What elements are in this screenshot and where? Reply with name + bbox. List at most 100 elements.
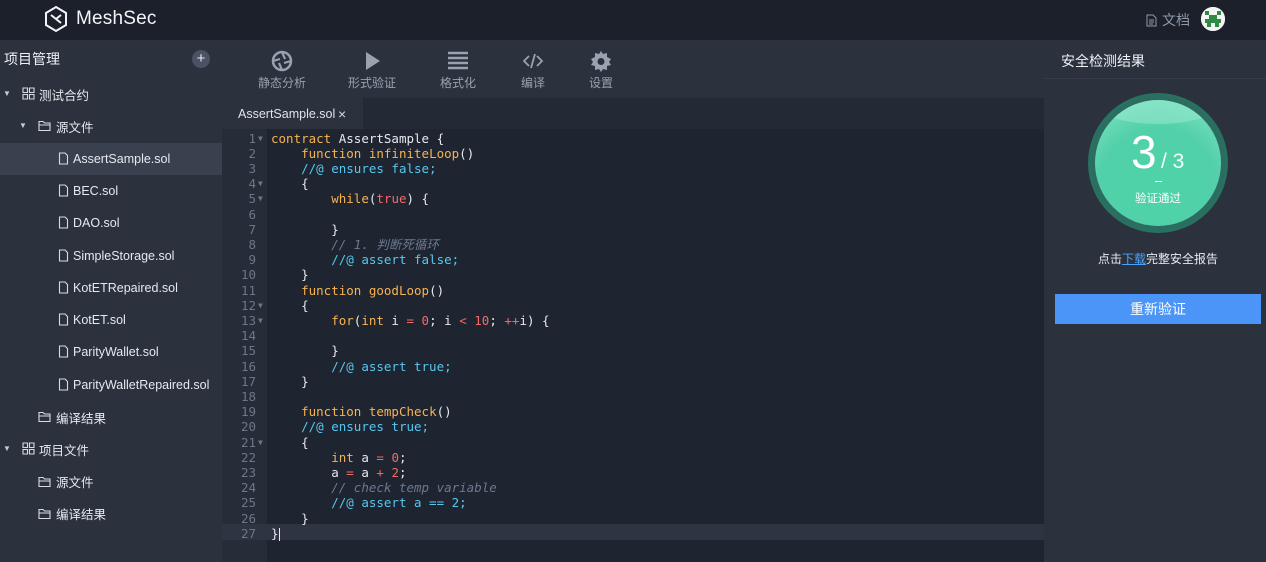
format-button[interactable]: 格式化 xyxy=(440,40,476,98)
chevron-down-icon[interactable]: ▼ xyxy=(3,444,11,453)
close-icon[interactable]: × xyxy=(338,106,346,122)
tree-item-kotet-sol[interactable]: KotET.sol xyxy=(0,304,222,336)
tree-item-dao-sol[interactable]: DAO.sol xyxy=(0,207,222,239)
tree-item-label: 编译结果 xyxy=(56,508,107,523)
sidebar-title: 项目管理 xyxy=(4,51,60,67)
tree-item-node-11[interactable]: ▼ 项目文件 xyxy=(0,433,222,465)
tree-item-simplestorage-sol[interactable]: SimpleStorage.sol xyxy=(0,240,222,272)
formal-verification-label: 形式验证 xyxy=(348,76,397,90)
code-text: //@ assert false; xyxy=(331,252,460,268)
settings-button[interactable]: 设置 xyxy=(586,40,616,98)
tree-item-node-1[interactable]: ▼ 源文件 xyxy=(0,110,222,142)
code-line: 17 } xyxy=(222,374,1044,389)
tree-item-node-12[interactable]: 源文件 xyxy=(0,466,222,498)
docs-link[interactable]: 文档 xyxy=(1146,10,1190,30)
fold-arrow-icon[interactable]: ▼ xyxy=(258,131,263,146)
file-icon xyxy=(58,184,69,197)
code-text: function goodLoop() xyxy=(301,282,445,298)
code-line: 3 //@ ensures false; xyxy=(222,161,1044,176)
gauge-ring: 3 / 3 验证通过 xyxy=(1091,96,1225,230)
tree-item-bec-sol[interactable]: BEC.sol xyxy=(0,175,222,207)
line-number: 25 xyxy=(240,495,256,511)
line-number: 7 xyxy=(248,221,256,237)
tree-item-paritywalletrepaired-sol[interactable]: ParityWalletRepaired.sol xyxy=(0,369,222,401)
tree-item-paritywallet-sol[interactable]: ParityWallet.sol xyxy=(0,336,222,368)
code-line: 4 ▼ { xyxy=(222,176,1044,191)
app-name: MeshSec xyxy=(76,8,157,29)
add-project-button[interactable]: + xyxy=(192,50,210,68)
file-icon xyxy=(58,378,69,391)
code-text: //@ ensures true; xyxy=(301,419,430,435)
static-analysis-button[interactable]: 静态分析 xyxy=(258,40,306,98)
code-text: //@ assert a == 2; xyxy=(331,495,467,511)
code-text: } xyxy=(271,373,309,389)
code-text: function infiniteLoop() xyxy=(301,145,475,161)
folder-icon xyxy=(38,411,51,423)
sidebar-header: 项目管理 + xyxy=(0,40,222,78)
app-logo[interactable]: MeshSec xyxy=(44,5,157,33)
line-number: 16 xyxy=(240,358,256,374)
tree-item-label: 编译结果 xyxy=(56,411,107,426)
line-number: 15 xyxy=(240,343,256,359)
code-line: 23 a = a + 2; xyxy=(222,465,1044,480)
aperture-icon xyxy=(271,50,293,72)
tree-item-label: 项目文件 xyxy=(39,443,90,458)
code-line: 7 } xyxy=(222,222,1044,237)
total-count: / 3 xyxy=(1161,150,1185,173)
tree-item-label: 测试合约 xyxy=(39,88,90,103)
line-number: 12 xyxy=(240,297,256,313)
fold-arrow-icon[interactable]: ▼ xyxy=(258,313,263,328)
code-text: } xyxy=(271,525,280,541)
code-line: 11 function goodLoop() xyxy=(222,283,1044,298)
reverify-button[interactable]: 重新验证 xyxy=(1055,294,1261,324)
code-line: 26 } xyxy=(222,511,1044,526)
tree-item-label: BEC.sol xyxy=(73,183,119,198)
tab-label: AssertSample.sol xyxy=(238,106,336,121)
format-label: 格式化 xyxy=(440,76,477,90)
code-text: } xyxy=(271,510,309,526)
docs-label: 文档 xyxy=(1162,12,1190,28)
download-report-link[interactable]: 下载 xyxy=(1122,252,1146,266)
tab-assertsample[interactable]: AssertSample.sol × xyxy=(222,98,363,129)
report-prefix: 点击 xyxy=(1097,252,1122,266)
tree-item-assertsample-sol[interactable]: AssertSample.sol xyxy=(0,142,222,175)
formal-verification-button[interactable]: 形式验证 xyxy=(348,40,396,98)
gauge-wave xyxy=(1095,100,1221,124)
chevron-down-icon[interactable]: ▼ xyxy=(19,121,27,130)
tree-item-label: AssertSample.sol xyxy=(73,151,171,166)
folder-icon xyxy=(38,508,51,519)
code-text: for(int i = 0; i < 10; ++i) { xyxy=(331,312,550,328)
fold-arrow-icon[interactable]: ▼ xyxy=(258,298,263,313)
fold-arrow-icon[interactable]: ▼ xyxy=(258,191,263,206)
line-number: 1 xyxy=(248,130,256,146)
tree-item-label: ParityWallet.sol xyxy=(73,345,159,360)
tree-item-kotetrepaired-sol[interactable]: KotETRepaired.sol xyxy=(0,272,222,304)
fold-arrow-icon[interactable]: ▼ xyxy=(258,176,263,191)
code-text: a = a + 2; xyxy=(271,464,407,480)
code-line: 12 ▼ { xyxy=(222,298,1044,313)
tree-item-node-10[interactable]: 编译结果 xyxy=(0,401,222,433)
code-line: 8 // 1. 判断死循环 xyxy=(222,237,1044,252)
code-line: 21 ▼ { xyxy=(222,435,1044,450)
avatar[interactable] xyxy=(1201,7,1225,31)
code-editor[interactable]: 1 ▼ contract AssertSample {2 function infi… xyxy=(222,129,1044,562)
verification-status: 验证通过 xyxy=(1135,193,1181,205)
chevron-down-icon[interactable]: ▼ xyxy=(3,89,11,98)
line-number: 19 xyxy=(240,404,256,420)
code-line: 27} xyxy=(222,526,1044,541)
project-sidebar: 项目管理 + ▼ 测试合约 ▼ 源文件 AssertSample.sol BEC.sol D… xyxy=(0,40,222,562)
fold-arrow-icon[interactable]: ▼ xyxy=(258,435,263,450)
code-text: while(true) { xyxy=(331,191,430,207)
code-line: 24 // check temp variable xyxy=(222,480,1044,495)
compile-button[interactable]: 编译 xyxy=(518,40,548,98)
tree-item-node-0[interactable]: ▼ 测试合约 xyxy=(0,78,222,110)
tree-item-node-13[interactable]: 编译结果 xyxy=(0,498,222,530)
editor-tab-strip: AssertSample.sol × xyxy=(222,98,1044,129)
code-brackets-icon xyxy=(522,53,544,69)
report-line: 点击下载完整安全报告 xyxy=(1044,250,1266,267)
play-icon xyxy=(366,52,380,70)
result-panel-title: 安全检测结果 xyxy=(1061,53,1145,69)
gauge-fill: 3 / 3 验证通过 xyxy=(1095,100,1221,226)
code-text: //@ ensures false; xyxy=(301,160,437,176)
